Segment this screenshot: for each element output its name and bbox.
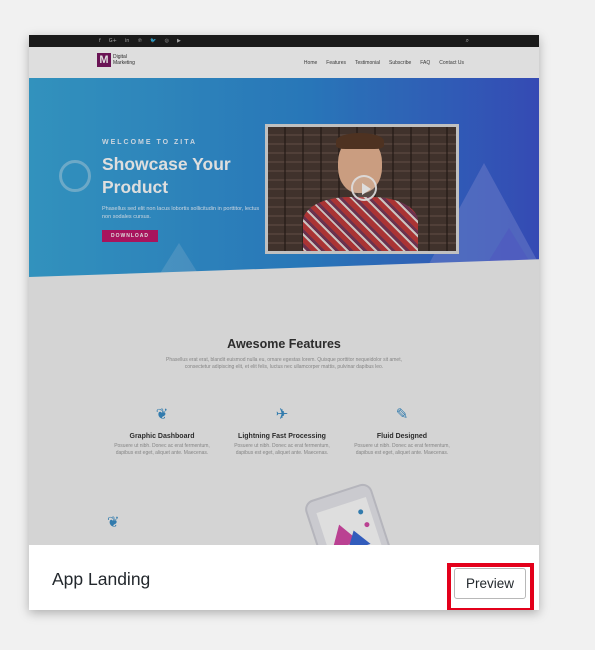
template-title: App Landing [52,569,151,589]
template-card: f G+ in ℗ 🐦 ◎ ▶ ⌕ M Digital Marketing Ho… [29,35,539,610]
hover-overlay [29,35,539,545]
card-footer: App Landing Preview [29,545,539,610]
template-screenshot[interactable]: f G+ in ℗ 🐦 ◎ ▶ ⌕ M Digital Marketing Ho… [29,35,539,545]
preview-button[interactable]: Preview [454,568,526,599]
